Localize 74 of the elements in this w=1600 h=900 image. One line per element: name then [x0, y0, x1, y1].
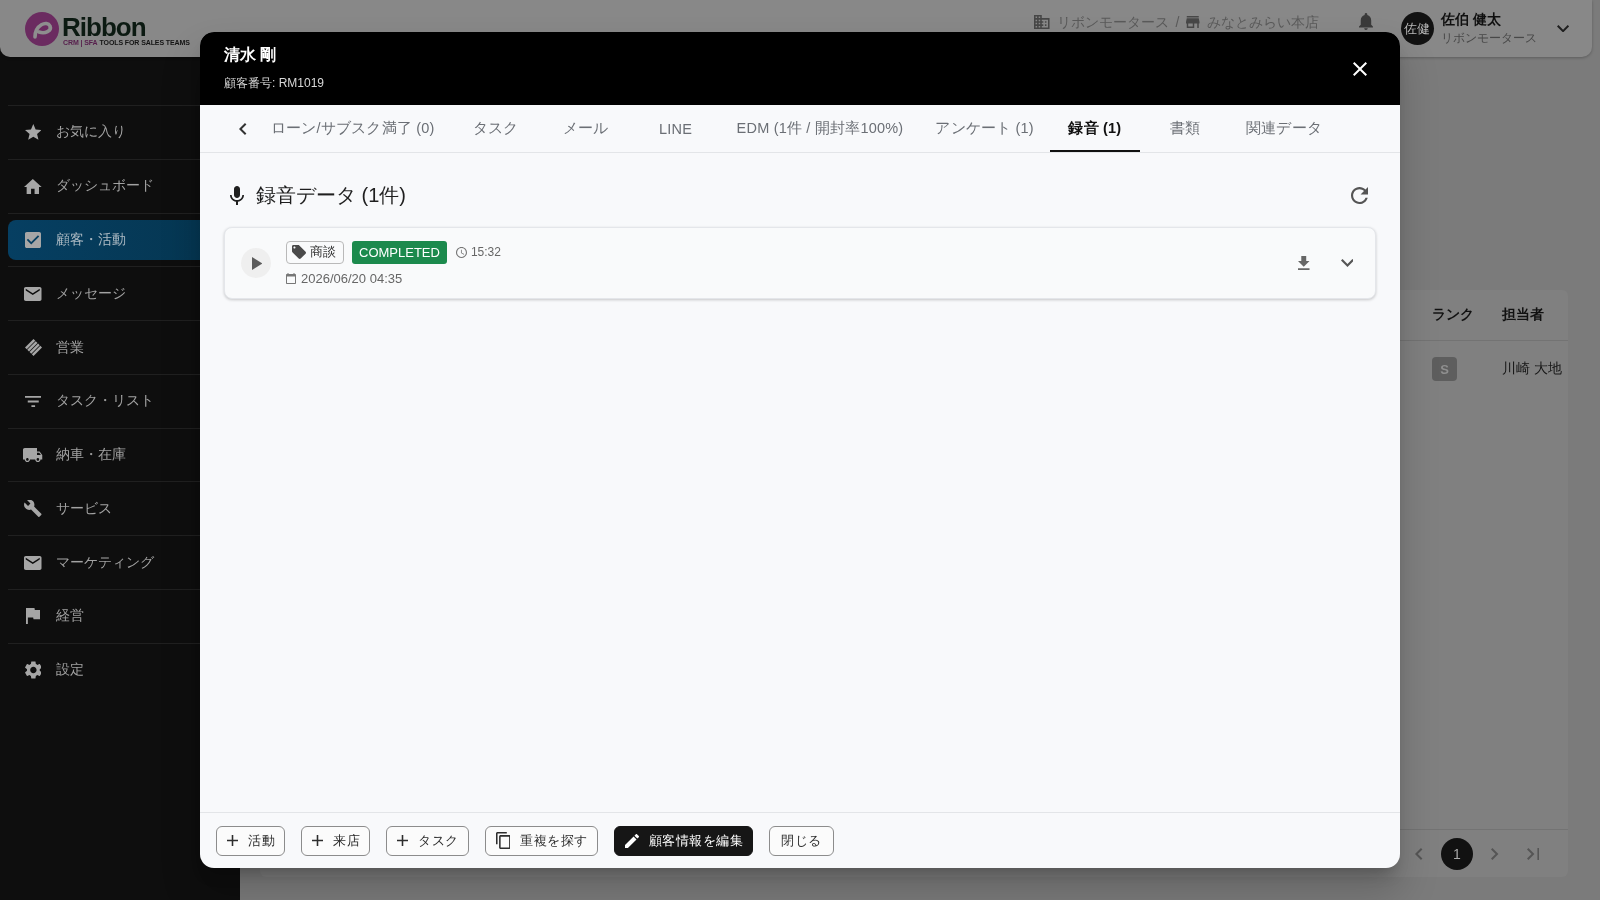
tab[interactable]: アンケート (1) — [919, 105, 1050, 152]
user-company: リボンモータース — [1440, 29, 1538, 46]
play-button[interactable] — [241, 248, 271, 278]
user-name: 佐伯 健太 — [1440, 9, 1502, 28]
sidebar-item[interactable]: メッセージ — [8, 273, 240, 314]
status-badge: COMPLETED — [352, 240, 447, 264]
store-icon — [1186, 16, 1200, 28]
user-avatar[interactable]: 佐健 — [1400, 12, 1434, 45]
close-button[interactable]: 閉じる — [769, 825, 834, 856]
column-header[interactable]: ランク — [1416, 306, 1486, 324]
section-title: 録音データ (1件) — [256, 182, 407, 208]
edit-button[interactable]: 顧客情報を編集 — [613, 825, 754, 856]
calendar-icon — [286, 272, 296, 284]
clock-icon — [455, 246, 467, 258]
tab[interactable]: 関連データ — [1229, 105, 1338, 152]
sidebar-item[interactable]: お気に入り — [8, 112, 240, 153]
tab[interactable]: タスク — [450, 105, 541, 152]
sidebar-item[interactable]: 営業 — [8, 327, 240, 368]
checkbox-icon — [25, 231, 41, 248]
sidebar-item[interactable]: 設定 — [8, 650, 240, 691]
tab[interactable]: ローン/サブスク満了 (0) — [263, 105, 451, 152]
plus-icon — [227, 835, 238, 846]
microphone-icon — [230, 185, 244, 205]
add-button[interactable]: タスク — [386, 825, 469, 856]
home-icon — [24, 178, 42, 194]
diamond-icon — [24, 339, 42, 356]
plus-icon — [397, 835, 408, 846]
tag-icon — [292, 245, 306, 259]
play-icon — [251, 256, 263, 270]
add-button[interactable]: 活動 — [216, 825, 285, 856]
truck-icon — [23, 448, 43, 463]
find-duplicates-button[interactable]: 重複を探す — [484, 825, 598, 856]
tab[interactable]: メール — [540, 105, 631, 152]
wrench-icon — [24, 500, 42, 518]
recorded-date: 2026/06/20 04:35 — [301, 270, 403, 286]
category-text: 商談 — [310, 243, 336, 261]
logo-icon — [25, 11, 59, 46]
table-cell-text: 川崎 大地 — [1501, 360, 1563, 378]
sidebar-item[interactable]: サービス — [8, 488, 240, 529]
sidebar-item[interactable]: タスク・リスト — [8, 381, 240, 422]
column-header[interactable]: 担当者 — [1486, 306, 1568, 324]
building-icon — [1034, 15, 1050, 29]
close-icon[interactable] — [1353, 61, 1367, 76]
breadcrumb-separator: / — [1175, 14, 1180, 30]
add-button[interactable]: 来店 — [301, 825, 370, 856]
sidebar-item[interactable]: マーケティング — [8, 542, 240, 583]
chevron-down-icon[interactable] — [1340, 259, 1354, 267]
flag-icon — [25, 608, 41, 625]
filter-lines-icon — [24, 395, 42, 407]
tab[interactable]: EDM (1件 / 開封率100%) — [720, 105, 920, 152]
star-icon — [24, 124, 42, 141]
gear-icon — [24, 661, 42, 680]
sidebar-item[interactable]: 経営 — [8, 596, 240, 637]
tab[interactable]: 録音 (1) — [1049, 105, 1140, 152]
pencil-icon — [624, 833, 639, 848]
chevron-down-icon[interactable] — [1556, 24, 1569, 33]
dialog-title: 清水 剛 — [224, 44, 278, 65]
sidebar-item[interactable]: 納車・在庫 — [8, 435, 240, 476]
duration-text: 15:32 — [470, 245, 501, 259]
page-button[interactable]: 1 — [1441, 837, 1473, 870]
category-chip[interactable]: 商談 — [286, 240, 344, 264]
chevron-left-icon[interactable] — [239, 122, 247, 135]
bell-icon[interactable] — [1358, 13, 1373, 30]
plus-icon — [312, 835, 323, 846]
brand-name: Ribbon — [62, 16, 146, 39]
sidebar-item[interactable]: ダッシュボード — [8, 166, 240, 207]
refresh-icon[interactable] — [1351, 186, 1368, 204]
tab[interactable]: 書類 — [1139, 105, 1230, 152]
envelope-icon — [24, 286, 42, 301]
envelope-icon — [24, 555, 42, 570]
customer-number: 顧客番号: RM1019 — [224, 74, 326, 91]
download-icon[interactable] — [1298, 256, 1310, 270]
copy-icon — [495, 832, 511, 849]
tab[interactable]: LINE — [630, 105, 721, 152]
